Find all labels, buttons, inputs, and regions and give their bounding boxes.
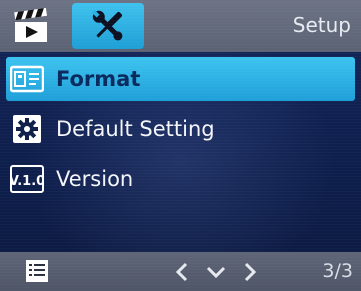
tab-video[interactable] bbox=[6, 3, 56, 49]
screen-title: Setup bbox=[292, 13, 351, 37]
camera-screen: Setup Format Default Setting V.1.0 Versi… bbox=[0, 0, 361, 291]
chevron-right-icon[interactable] bbox=[244, 262, 257, 282]
menu-item-format[interactable]: Format bbox=[6, 57, 355, 101]
tab-setup[interactable] bbox=[72, 3, 144, 49]
version-badge-icon: V.1.0 bbox=[10, 164, 44, 194]
menu-list-icon[interactable] bbox=[24, 258, 50, 284]
tools-icon bbox=[91, 9, 123, 41]
menu-item-version[interactable]: V.1.0 Version bbox=[6, 157, 355, 201]
svg-text:V.1.0: V.1.0 bbox=[10, 174, 44, 189]
top-bar: Setup bbox=[0, 0, 361, 52]
setup-menu: Format Default Setting V.1.0 Version bbox=[6, 57, 355, 207]
chevron-left-icon[interactable] bbox=[175, 262, 188, 282]
menu-item-label: Format bbox=[56, 67, 141, 91]
menu-item-label: Default Setting bbox=[56, 117, 215, 141]
gear-icon bbox=[10, 114, 44, 144]
bottom-bar: 3/3 bbox=[0, 252, 361, 291]
chevron-down-icon[interactable] bbox=[206, 266, 226, 279]
page-indicator: 3/3 bbox=[322, 260, 353, 282]
menu-item-default-setting[interactable]: Default Setting bbox=[6, 107, 355, 151]
clapperboard-icon bbox=[14, 7, 47, 42]
format-card-icon bbox=[10, 64, 44, 94]
menu-item-label: Version bbox=[56, 167, 134, 191]
navigation-arrows bbox=[175, 262, 257, 282]
